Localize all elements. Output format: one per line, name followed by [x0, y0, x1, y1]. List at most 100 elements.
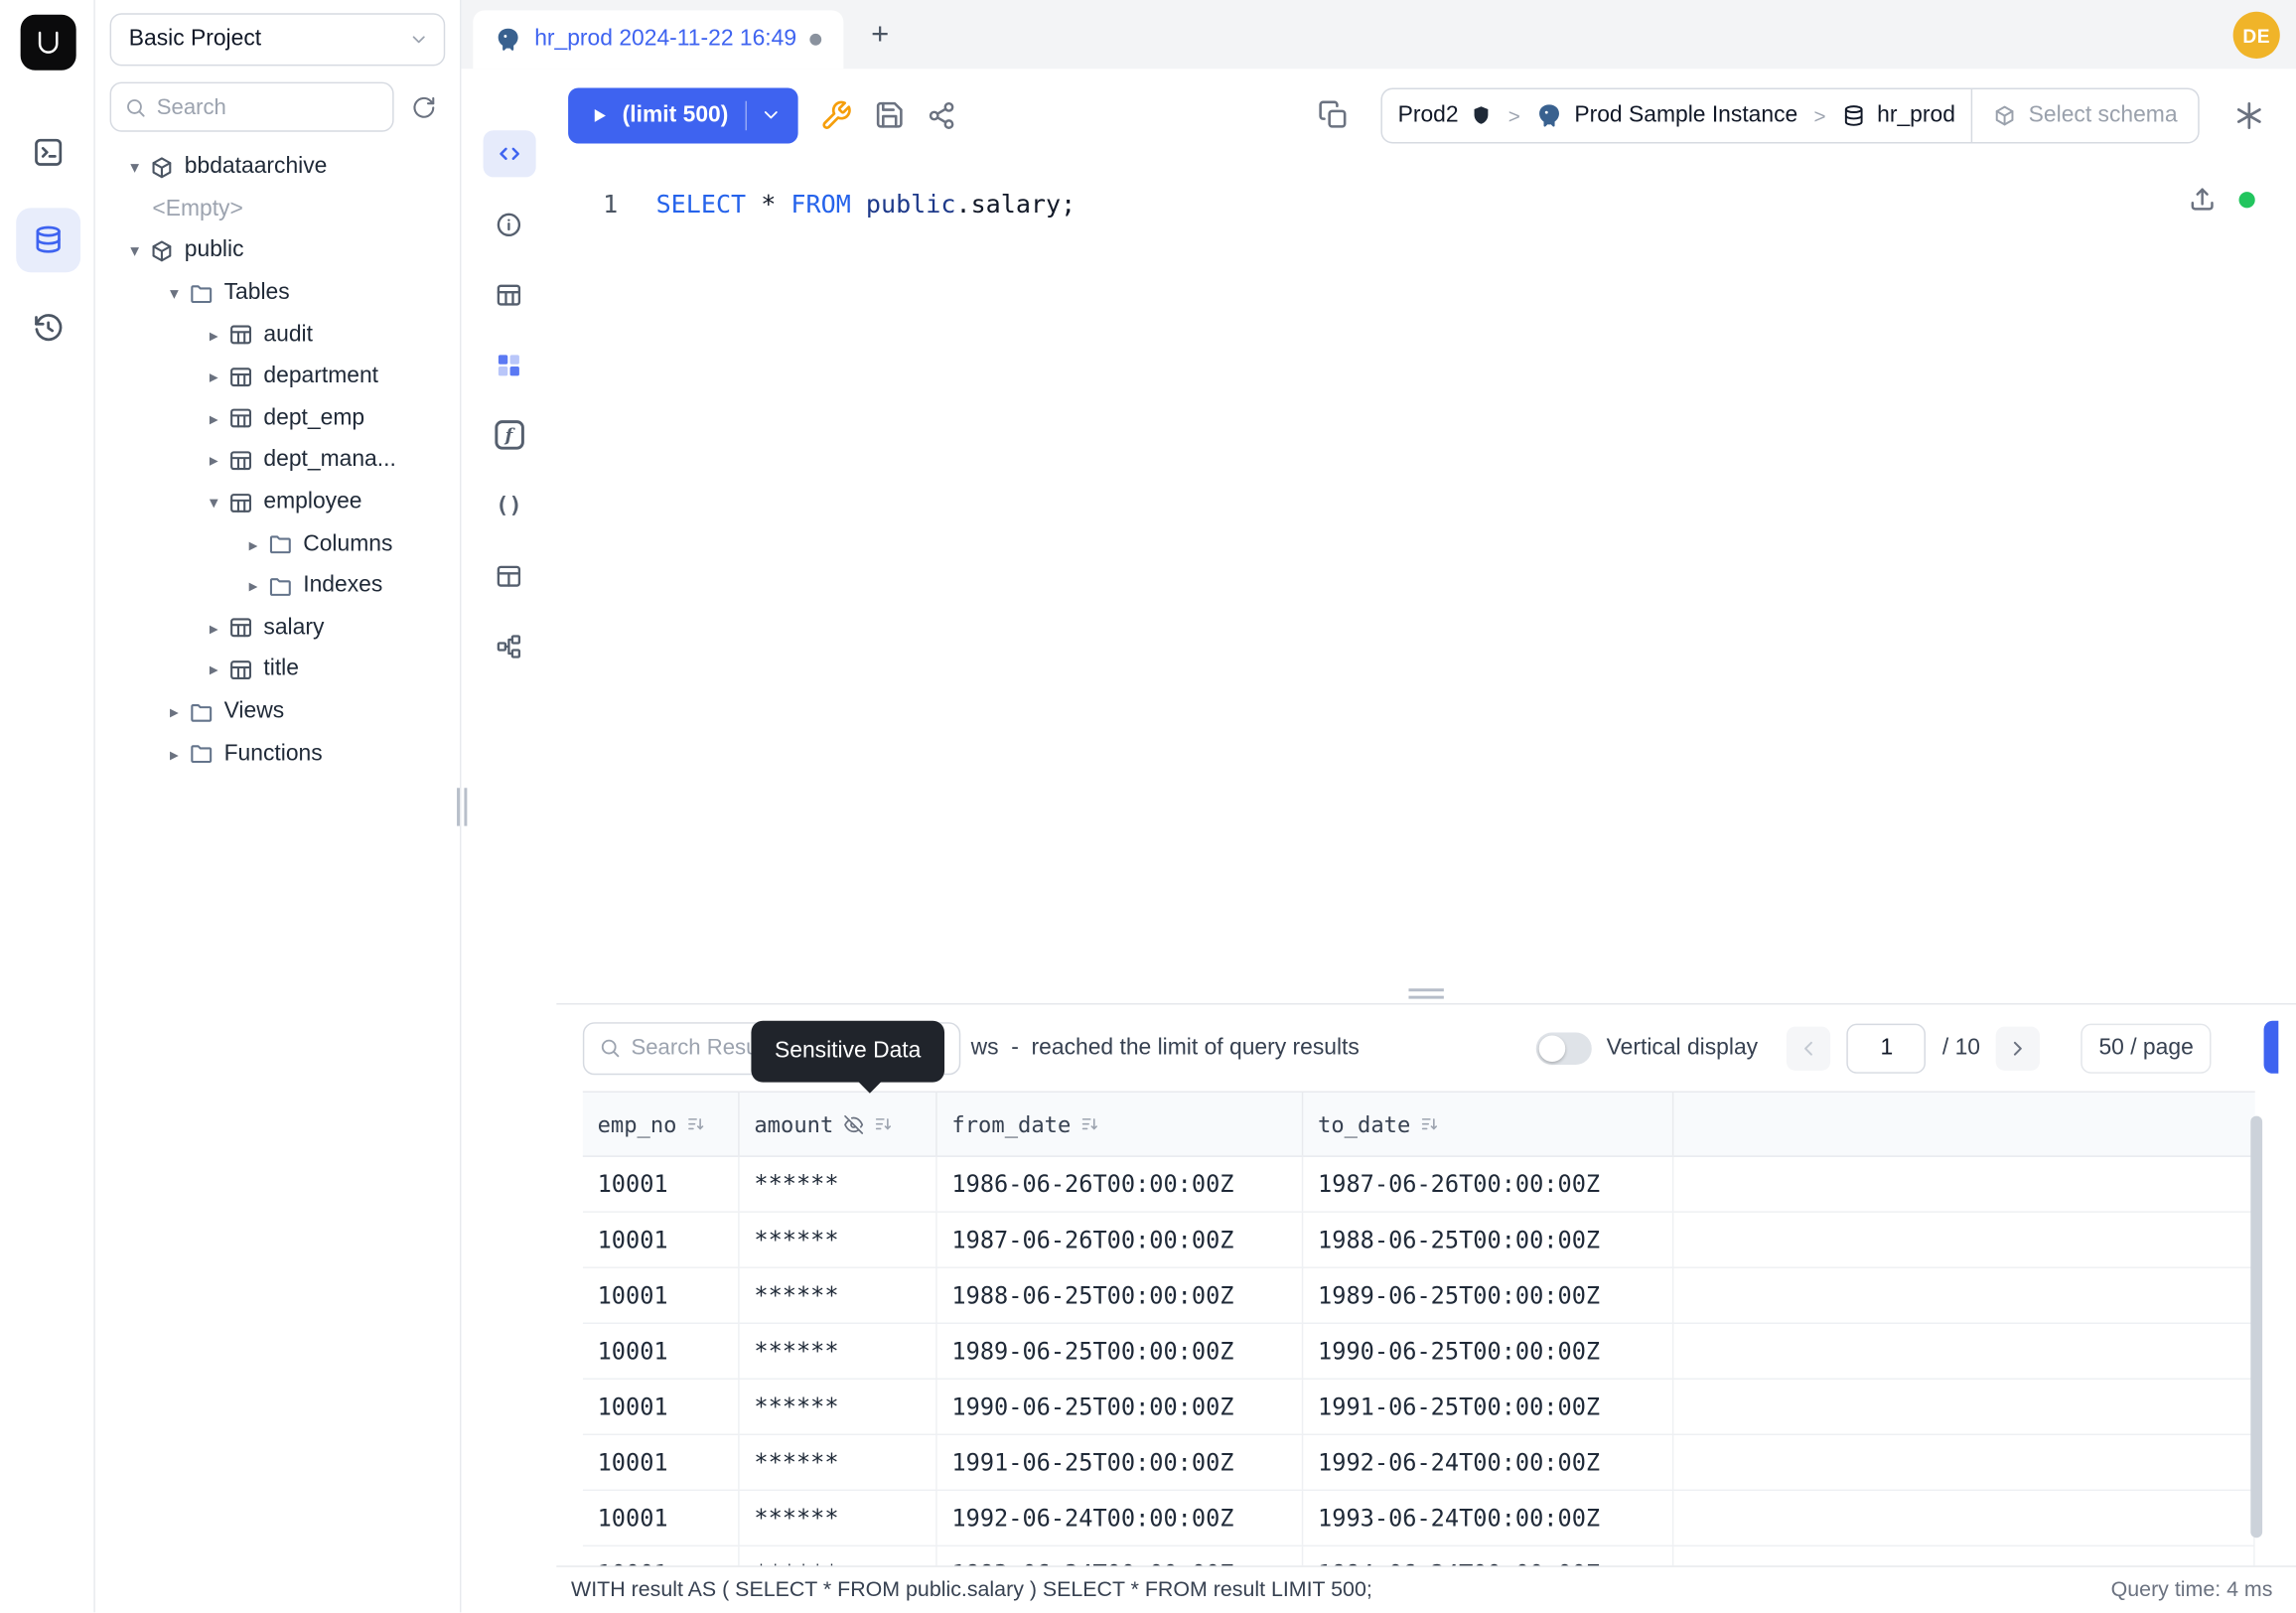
cell-amount-masked: ******: [740, 1213, 937, 1267]
column-header-amount[interactable]: amount: [740, 1093, 937, 1155]
function-panel-icon[interactable]: f: [483, 411, 535, 458]
export-icon[interactable]: [2188, 185, 2217, 214]
save-icon[interactable]: [863, 88, 916, 141]
chevron-right-icon[interactable]: [204, 619, 224, 637]
tab-hr-prod[interactable]: hr_prod 2024-11-22 16:49: [473, 10, 843, 69]
chevron-down-icon[interactable]: [124, 242, 145, 260]
cell-to-date: 1989-06-25T00:00:00Z: [1303, 1268, 1673, 1323]
info-icon[interactable]: [483, 201, 535, 247]
run-query-button[interactable]: (limit 500): [568, 87, 798, 143]
panel-resize-handle[interactable]: [1408, 988, 1443, 998]
user-avatar[interactable]: DE: [2233, 12, 2280, 59]
sidebar-resize-handle[interactable]: [457, 788, 467, 825]
sort-icon[interactable]: [1081, 1114, 1100, 1133]
procedure-panel-icon[interactable]: (): [483, 482, 535, 528]
sort-icon[interactable]: [1421, 1114, 1440, 1133]
chevron-right-icon[interactable]: [204, 367, 224, 385]
tree-item-bbdataarchive[interactable]: bbdataarchive: [95, 146, 460, 188]
chevron-right-icon[interactable]: [164, 703, 185, 721]
database-nav-icon[interactable]: [15, 208, 79, 272]
history-nav-icon[interactable]: [15, 296, 79, 361]
chevron-down-icon[interactable]: [204, 494, 224, 512]
tree-item-public[interactable]: public: [95, 230, 460, 272]
refresh-icon[interactable]: [401, 85, 445, 129]
tree-item-empty: <Empty>: [95, 189, 460, 230]
code-view-icon[interactable]: [483, 130, 535, 177]
schema-icon: [149, 155, 174, 180]
chevron-right-icon[interactable]: [164, 745, 185, 763]
tree-item-department[interactable]: department: [95, 356, 460, 397]
tree-item-label: Views: [224, 698, 285, 725]
tree-item-title[interactable]: title: [95, 649, 460, 690]
column-header-from-date[interactable]: from_date: [937, 1093, 1304, 1155]
breadcrumb-database[interactable]: hr_prod: [1826, 88, 1972, 141]
cell-to-date: 1988-06-25T00:00:00Z: [1303, 1213, 1673, 1267]
postgresql-icon: [1536, 101, 1563, 128]
tree-item-indexes[interactable]: Indexes: [95, 565, 460, 607]
prev-page-button[interactable]: [1788, 1026, 1831, 1070]
tree-item-functions[interactable]: Functions: [95, 733, 460, 775]
chevron-down-icon[interactable]: [164, 284, 185, 302]
tree-item-dept-manager[interactable]: dept_mana...: [95, 440, 460, 482]
bytebase-logo[interactable]: [21, 15, 76, 71]
cell-filler: [1673, 1268, 2254, 1323]
page-number-input[interactable]: [1847, 1023, 1927, 1073]
chevron-down-icon: [761, 104, 783, 126]
chevron-right-icon[interactable]: [204, 661, 224, 679]
tree-item-views[interactable]: Views: [95, 691, 460, 733]
table-panel-icon[interactable]: [483, 271, 535, 318]
folder-icon: [189, 741, 214, 766]
sql-editor-area[interactable]: 1 SELECT * FROM public.salary;: [556, 161, 2296, 1003]
external-table-icon[interactable]: [483, 552, 535, 599]
tree-item-employee[interactable]: employee: [95, 482, 460, 523]
cell-amount-masked: ******: [740, 1157, 937, 1212]
breadcrumb-instance[interactable]: Prod Sample Instance: [1520, 88, 1814, 141]
chevron-right-icon[interactable]: [243, 577, 264, 595]
chevron-right-icon[interactable]: [243, 535, 264, 553]
tree-item-label: public: [185, 238, 244, 265]
schema-icon: [1993, 103, 2017, 127]
next-page-button[interactable]: [1996, 1026, 2040, 1070]
copy-connection-icon[interactable]: [1307, 88, 1360, 141]
cell-filler: [1673, 1491, 2254, 1545]
run-button-label: (limit 500): [623, 101, 729, 128]
er-diagram-icon[interactable]: [483, 342, 535, 388]
admin-wrench-icon[interactable]: [810, 88, 863, 141]
sort-icon[interactable]: [875, 1114, 894, 1133]
cell-to-date: 1994-06-24T00:00:00Z: [1303, 1546, 1673, 1565]
tree-item-tables[interactable]: Tables: [95, 272, 460, 314]
ai-assistant-icon[interactable]: [2223, 88, 2275, 141]
database-icon: [1842, 103, 1866, 127]
tree-item-dept-emp[interactable]: dept_emp: [95, 397, 460, 439]
run-button-divider: [746, 100, 747, 129]
add-tab-button[interactable]: +: [858, 13, 902, 57]
share-icon[interactable]: [916, 88, 968, 141]
sql-editor-nav-icon[interactable]: [15, 120, 79, 185]
select-schema-button[interactable]: Select schema: [1971, 88, 2198, 141]
column-header-to-date[interactable]: to_date: [1303, 1093, 1673, 1155]
chevron-right-icon[interactable]: [204, 452, 224, 470]
chevron-right-icon[interactable]: [204, 326, 224, 344]
folder-icon: [189, 280, 214, 305]
tree-item-audit[interactable]: audit: [95, 314, 460, 356]
eye-off-icon[interactable]: [844, 1113, 865, 1134]
chevron-right-icon[interactable]: [204, 410, 224, 428]
vertical-display-toggle[interactable]: [1536, 1032, 1592, 1064]
schema-diagram-icon[interactable]: [483, 623, 535, 669]
table-icon: [228, 323, 253, 348]
sort-icon[interactable]: [687, 1114, 706, 1133]
sidebar-search-input[interactable]: [157, 94, 379, 119]
tree-item-label: Functions: [224, 741, 323, 768]
results-scrollbar[interactable]: [2250, 1116, 2262, 1539]
panel-toggle-button[interactable]: [2264, 1021, 2279, 1074]
breadcrumb-environment[interactable]: Prod2: [1381, 88, 1507, 141]
column-header-emp-no[interactable]: emp_no: [583, 1093, 740, 1155]
project-select[interactable]: Basic Project: [110, 13, 446, 66]
page-size-select[interactable]: 50 / page: [2081, 1023, 2212, 1073]
tab-title: hr_prod 2024-11-22 16:49: [534, 27, 796, 54]
tree-item-salary[interactable]: salary: [95, 607, 460, 649]
results-panel: ws - reached the limit of query results …: [556, 1003, 2296, 1565]
schema-sidebar: Basic Project bbdataarchive: [95, 0, 462, 1612]
tree-item-columns[interactable]: Columns: [95, 523, 460, 565]
chevron-down-icon[interactable]: [124, 159, 145, 177]
